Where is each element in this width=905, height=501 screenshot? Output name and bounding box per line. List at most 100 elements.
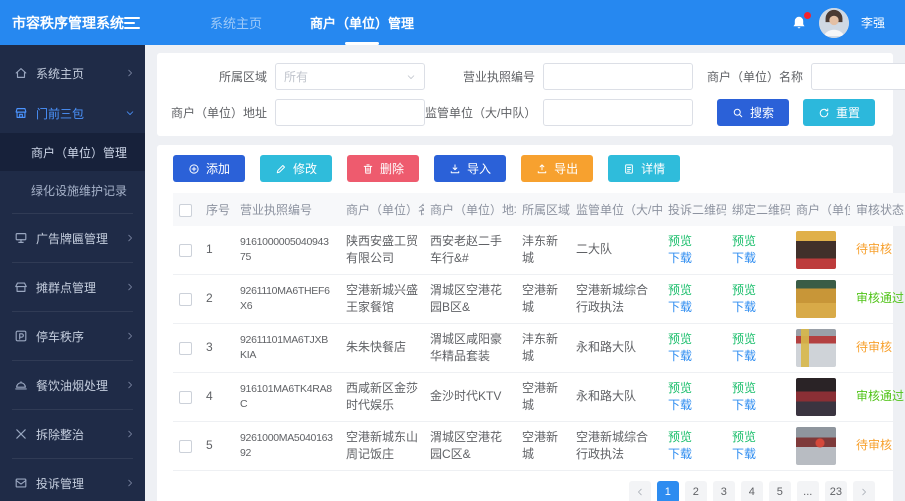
chevron-right-icon xyxy=(125,68,135,78)
filter-input[interactable] xyxy=(543,63,693,90)
sidebar-item[interactable]: 广告牌匾管理 xyxy=(0,218,145,258)
bind-qr-download-link[interactable]: 下载 xyxy=(732,349,756,363)
user-avatar[interactable] xyxy=(818,7,849,38)
merchant-address-cell: 渭城区空港花园C区& xyxy=(424,421,516,471)
page-ellipsis[interactable]: ... xyxy=(796,481,819,501)
row-checkbox[interactable] xyxy=(179,243,192,257)
sidebar-divider xyxy=(12,213,133,214)
select-all-checkbox[interactable] xyxy=(179,203,192,217)
sidebar-item[interactable]: 投诉管理 xyxy=(0,463,145,501)
page-button[interactable]: 1 xyxy=(656,481,679,501)
merchant-photo[interactable] xyxy=(796,378,836,416)
export-button[interactable]: 导出 xyxy=(521,155,594,182)
complaint-qr-download-link[interactable]: 下载 xyxy=(668,349,692,363)
page-button[interactable]: 23 xyxy=(824,481,847,501)
next-page-button[interactable] xyxy=(853,481,875,501)
toolbar: 添加 修改 删除 导入 导出 详情 xyxy=(173,155,877,182)
bind-qr-download-link[interactable]: 下载 xyxy=(732,398,756,412)
column-header: 审核状态 xyxy=(850,193,905,226)
page-button[interactable]: 5 xyxy=(768,481,791,501)
button-label: 详情 xyxy=(641,162,666,176)
page-button[interactable]: 2 xyxy=(684,481,707,501)
sidebar-item[interactable]: 门前三包 xyxy=(0,93,145,133)
add-button[interactable]: 添加 xyxy=(173,155,246,182)
bind-qr-preview-link[interactable]: 预览 xyxy=(732,430,756,444)
row-checkbox[interactable] xyxy=(179,341,192,355)
supervisor-cell: 二大队 xyxy=(570,226,662,275)
bind-qr-download-link[interactable]: 下载 xyxy=(732,447,756,461)
chevron-right-icon xyxy=(125,429,135,439)
bind-qr-preview-link[interactable]: 预览 xyxy=(732,283,756,297)
pagination: 1 2 3 4 5... 23 xyxy=(173,481,877,501)
license-cell: 916100000504094375 xyxy=(234,226,340,275)
sidebar-item[interactable]: 绿化设施维护记录 xyxy=(0,171,145,209)
filter-label: 监管单位（大/中队） xyxy=(425,106,537,120)
chevron-right-icon xyxy=(125,380,135,390)
bind-qr-preview-link[interactable]: 预览 xyxy=(732,234,756,248)
bind-qr-download-link[interactable]: 下载 xyxy=(732,251,756,265)
sidebar-item[interactable]: 停车秩序 xyxy=(0,316,145,356)
complaint-qr-preview-link[interactable]: 预览 xyxy=(668,332,692,346)
filter-label: 商户（单位）地址 xyxy=(170,106,267,120)
complaint-qr-preview-link[interactable]: 预览 xyxy=(668,234,692,248)
filter-buttons: 搜索 重置 xyxy=(693,99,905,126)
complaint-qr-download-link[interactable]: 下载 xyxy=(668,251,692,265)
filter-input[interactable] xyxy=(275,99,425,126)
merchant-photo[interactable] xyxy=(796,329,836,367)
sidebar-item-label: 广告牌匾管理 xyxy=(36,231,109,246)
bind-qr-preview-link[interactable]: 预览 xyxy=(732,332,756,346)
search-button[interactable]: 搜索 xyxy=(717,99,790,126)
button-label: 删除 xyxy=(380,162,405,176)
row-index-cell: 2 xyxy=(200,274,234,324)
complaint-qr-preview-link[interactable]: 预览 xyxy=(668,381,692,395)
sidebar-divider xyxy=(12,360,133,361)
filter-input[interactable] xyxy=(811,63,905,90)
bind-qr-preview-link[interactable]: 预览 xyxy=(732,381,756,395)
import-button[interactable]: 导入 xyxy=(434,155,507,182)
complaint-qr-download-link[interactable]: 下载 xyxy=(668,398,692,412)
menu-collapse-icon[interactable] xyxy=(118,16,152,29)
prev-page-button[interactable] xyxy=(628,481,651,501)
chevron-right-icon xyxy=(859,487,869,497)
top-header: 市容秩序管理系统 系统主页 商户（单位）管理 李强 xyxy=(0,0,905,45)
merchant-photo[interactable] xyxy=(796,280,836,318)
table-header-row: 序号营业执照编号商户（单位）名称商户（单位）地址所属区域监管单位（大/中队）投诉… xyxy=(173,193,905,226)
detail-button[interactable]: 详情 xyxy=(608,155,681,182)
complaint-qr-preview-link[interactable]: 预览 xyxy=(668,430,692,444)
sidebar-item[interactable]: 餐饮油烟处理 xyxy=(0,365,145,405)
status-badge: 审核通过 xyxy=(856,291,905,306)
complaint-qr-download-link[interactable]: 下载 xyxy=(668,447,692,461)
page-button[interactable]: 3 xyxy=(712,481,735,501)
column-header: 商户（单位）名称 xyxy=(340,193,424,226)
region-select[interactable]: 所有 xyxy=(275,63,425,90)
sidebar-menu: 系统主页 门前三包 商户（单位）管理 绿化设施维护记录广告牌匾管理摊群点管理停车秩序餐… xyxy=(0,45,145,501)
chevron-left-icon xyxy=(635,487,645,497)
merchant-photo[interactable] xyxy=(796,231,836,269)
merchant-name-cell: 西咸新区金莎时代娱乐 xyxy=(340,372,424,422)
sidebar-item[interactable]: 摊群点管理 xyxy=(0,267,145,307)
sidebar-item[interactable]: 商户（单位）管理 xyxy=(0,133,145,171)
sidebar-item[interactable]: 系统主页 xyxy=(0,53,145,93)
complaint-qr-download-link[interactable]: 下载 xyxy=(668,300,692,314)
merchant-photo[interactable] xyxy=(796,427,836,465)
reset-button[interactable]: 重置 xyxy=(803,99,876,126)
complaint-qr-preview-link[interactable]: 预览 xyxy=(668,283,692,297)
row-checkbox[interactable] xyxy=(179,390,192,404)
chevron-right-icon xyxy=(125,478,135,488)
notification-bell-icon[interactable] xyxy=(791,10,812,31)
page-button[interactable]: 4 xyxy=(740,481,763,501)
column-header: 序号 xyxy=(200,193,234,226)
search-icon xyxy=(732,107,744,119)
sidebar-item-label: 停车秩序 xyxy=(36,329,85,344)
tab-system-home[interactable]: 系统主页 xyxy=(186,0,286,45)
edit-button[interactable]: 修改 xyxy=(260,155,333,182)
delete-button[interactable]: 删除 xyxy=(347,155,420,182)
filter-input[interactable] xyxy=(543,99,693,126)
sidebar-item[interactable]: 拆除整治 xyxy=(0,414,145,454)
column-header: 监管单位（大/中队） xyxy=(570,193,662,226)
row-checkbox[interactable] xyxy=(179,292,192,306)
row-checkbox[interactable] xyxy=(179,439,192,453)
status-badge: 待审核 xyxy=(856,438,893,453)
bind-qr-download-link[interactable]: 下载 xyxy=(732,300,756,314)
tab-merchant-management[interactable]: 商户（单位）管理 xyxy=(286,0,438,45)
